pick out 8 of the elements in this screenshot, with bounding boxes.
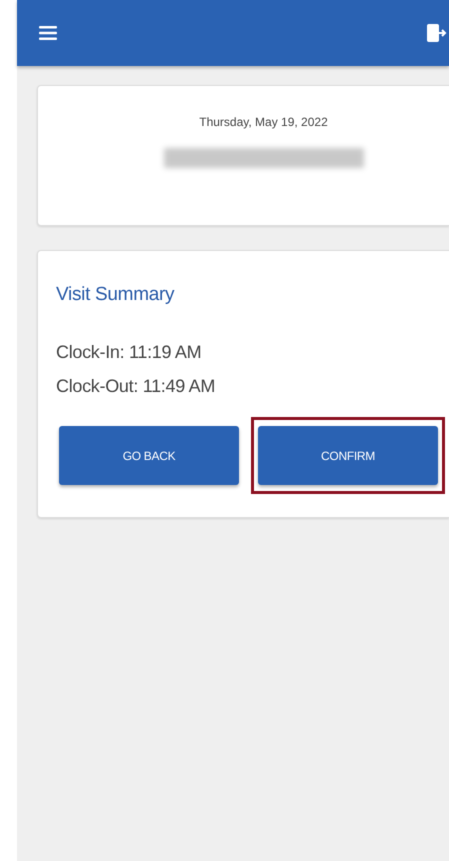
logout-icon[interactable]	[427, 24, 447, 42]
menu-icon[interactable]	[39, 26, 57, 40]
action-button[interactable]: GO BACK	[59, 426, 239, 485]
clock-time: Clock-In: 11:19 AM	[56, 342, 202, 363]
clock-time: Clock-Out: 11:49 AM	[56, 376, 216, 397]
summary-title: Visit Summary	[56, 284, 176, 306]
visit-date: Thursday, May 19, 2022	[199, 115, 328, 129]
action-button[interactable]: CONFIRM	[258, 426, 438, 485]
